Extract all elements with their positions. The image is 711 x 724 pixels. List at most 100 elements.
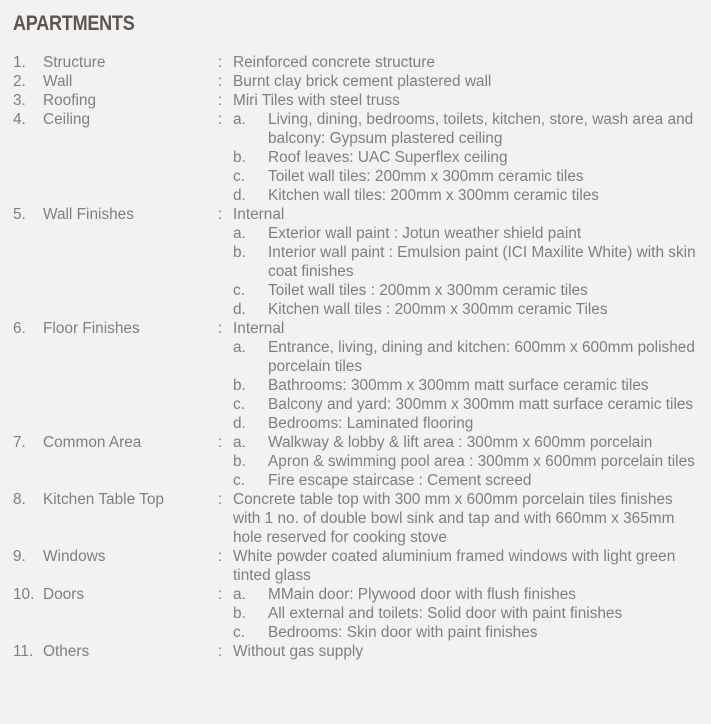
spec-item: 3. Roofing: Miri Tiles with steel truss: [13, 91, 711, 110]
item-content: Without gas supply: [233, 642, 703, 661]
sub-item: a. Exterior wall paint : Jotun weather sh…: [233, 224, 703, 243]
separator-colon: :: [218, 548, 223, 565]
page-title: APARTMENTS: [13, 12, 135, 35]
sub-item: d. Bedrooms: Laminated flooring: [233, 414, 703, 433]
sub-item-text: Toilet wall tiles : 200mm x 300mm cerami…: [268, 282, 588, 299]
sub-item-text: Kitchen wall tiles: 200mm x 300mm cerami…: [268, 187, 600, 204]
item-number: 7.: [13, 434, 26, 451]
item-content: Concrete table top with 300 mm x 600mm p…: [233, 490, 703, 547]
item-label: Wall Finishes: [43, 206, 134, 223]
sub-item-text: MMain door: Plywood door with flush fini…: [268, 586, 576, 603]
sub-item: a. Living, dining, bedrooms, toilets, kit…: [233, 110, 703, 148]
sub-item-letter: c.: [233, 396, 245, 413]
separator-colon: :: [218, 643, 223, 660]
sub-item-text: Living, dining, bedrooms, toilets, kitch…: [268, 111, 694, 147]
sub-item-letter: a.: [233, 225, 246, 242]
sub-item-letter: d.: [233, 301, 246, 318]
item-content: Internal a. Exterior wall paint : Jotun we…: [233, 205, 703, 319]
sub-item-letter: c.: [233, 282, 245, 299]
sub-item: d. Kitchen wall tiles: 200mm x 300mm cera…: [233, 186, 703, 205]
sub-item: b. Roof leaves: UAC Superflex ceiling: [233, 148, 703, 167]
separator-colon: :: [218, 54, 223, 71]
sub-item-letter: b.: [233, 605, 246, 622]
sub-item-text: Roof leaves: UAC Superflex ceiling: [268, 149, 508, 166]
sub-item-letter: b.: [233, 377, 246, 394]
sub-item-letter: c.: [233, 472, 245, 489]
sub-item-text: Balcony and yard: 300mm x 300mm matt sur…: [268, 396, 694, 413]
item-label: Structure: [43, 54, 106, 71]
item-label: Roofing: [43, 92, 97, 109]
item-description: White powder coated aluminium framed win…: [233, 548, 676, 584]
item-content: Miri Tiles with steel truss: [233, 91, 703, 110]
sub-item-text: Bathrooms: 300mm x 300mm matt surface ce…: [268, 377, 649, 394]
sub-item: a. Entrance, living, dining and kitchen: …: [233, 338, 703, 376]
item-number: 1.: [13, 54, 26, 71]
sub-item-letter: c.: [233, 168, 245, 185]
spec-item: 7. Common Area: a. Walkway & lobby & lift a…: [13, 433, 711, 490]
item-number: 3.: [13, 92, 26, 109]
item-description: Internal: [233, 206, 285, 223]
item-label: Wall: [43, 73, 73, 90]
item-content: a. Living, dining, bedrooms, toilets, kit…: [233, 110, 703, 205]
sub-item-text: Entrance, living, dining and kitchen: 60…: [268, 339, 695, 375]
sub-item-letter: b.: [233, 244, 246, 261]
item-content: White powder coated aluminium framed win…: [233, 547, 703, 585]
sub-item-letter: d.: [233, 415, 246, 432]
separator-colon: :: [218, 111, 223, 128]
item-description: Miri Tiles with steel truss: [233, 92, 400, 109]
item-description: Without gas supply: [233, 643, 364, 660]
item-number: 10.: [13, 586, 35, 603]
spec-page: APARTMENTS 1. Structure: Reinforced concre…: [0, 0, 711, 661]
sub-item: a. Walkway & lobby & lift area : 300mm x …: [233, 433, 703, 452]
spec-item: 4. Ceiling: a. Living, dining, bedrooms, to…: [13, 110, 711, 205]
item-content: a. MMain door: Plywood door with flush fi…: [233, 585, 703, 642]
sub-item-text: Apron & swimming pool area : 300mm x 600…: [268, 453, 695, 470]
sub-item-text: Fire escape staircase : Cement screed: [268, 472, 532, 489]
sub-item: b. Interior wall paint : Emulsion paint (…: [233, 243, 703, 281]
spec-item: 2. Wall: Burnt clay brick cement plastered…: [13, 72, 711, 91]
item-content: Burnt clay brick cement plastered wall: [233, 72, 703, 91]
item-number: 6.: [13, 320, 26, 337]
sub-item-text: Kitchen wall tiles : 200mm x 300mm ceram…: [268, 301, 608, 318]
item-content: a. Walkway & lobby & lift area : 300mm x …: [233, 433, 703, 490]
sub-item-letter: b.: [233, 453, 246, 470]
item-label: Kitchen Table Top: [43, 491, 164, 508]
item-content: Internal a. Entrance, living, dining and k…: [233, 319, 703, 433]
sub-item-letter: b.: [233, 149, 246, 166]
sub-item: b. Apron & swimming pool area : 300mm x 6…: [233, 452, 703, 471]
spec-item: 11. Others: Without gas supply: [13, 642, 711, 661]
sub-item-text: Toilet wall tiles: 200mm x 300mm ceramic…: [268, 168, 584, 185]
separator-colon: :: [218, 73, 223, 90]
sub-item-letter: a.: [233, 434, 246, 451]
sub-item-text: All external and toilets: Solid door wit…: [268, 605, 623, 622]
spec-item: 5. Wall Finishes: Internal a. Exterior wall …: [13, 205, 711, 319]
sub-item: c. Toilet wall tiles: 200mm x 300mm ceram…: [233, 167, 703, 186]
item-description: Internal: [233, 320, 285, 337]
spec-item: 6. Floor Finishes: Internal a. Entrance, liv…: [13, 319, 711, 433]
spec-item: 10. Doors: a. MMain door: Plywood door with…: [13, 585, 711, 642]
item-number: 8.: [13, 491, 26, 508]
item-label: Others: [43, 643, 90, 660]
sub-item-text: Bedrooms: Skin door with paint finishes: [268, 624, 538, 641]
spec-item: 1. Structure: Reinforced concrete structur…: [13, 53, 711, 72]
spec-item: 9. Windows: White powder coated aluminium …: [13, 547, 711, 585]
item-label: Windows: [43, 548, 106, 565]
item-label: Ceiling: [43, 111, 91, 128]
sub-item: c. Toilet wall tiles : 200mm x 300mm cera…: [233, 281, 703, 300]
sub-item: a. MMain door: Plywood door with flush fi…: [233, 585, 703, 604]
separator-colon: :: [218, 586, 223, 603]
spec-item: 8. Kitchen Table Top: Concrete table top w…: [13, 490, 711, 547]
sub-item-text: Bedrooms: Laminated flooring: [268, 415, 474, 432]
sub-item: b. All external and toilets: Solid door w…: [233, 604, 703, 623]
item-label: Floor Finishes: [43, 320, 140, 337]
sub-item: c. Bedrooms: Skin door with paint finishe…: [233, 623, 703, 642]
item-number: 4.: [13, 111, 26, 128]
item-content: Reinforced concrete structure: [233, 53, 703, 72]
sub-item: c. Fire escape staircase : Cement screed: [233, 471, 703, 490]
sub-item-letter: a.: [233, 111, 246, 128]
sub-item: c. Balcony and yard: 300mm x 300mm matt s…: [233, 395, 703, 414]
item-label: Doors: [43, 586, 85, 603]
sub-item: d. Kitchen wall tiles : 200mm x 300mm cer…: [233, 300, 703, 319]
sub-item-letter: a.: [233, 586, 246, 603]
separator-colon: :: [218, 491, 223, 508]
